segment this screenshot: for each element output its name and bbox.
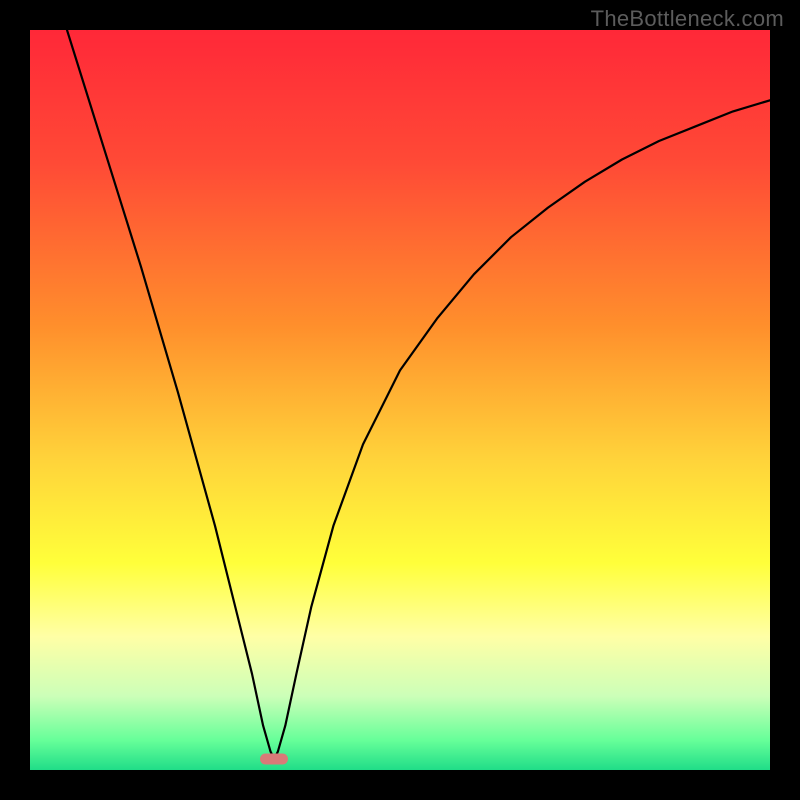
bottleneck-minimum-marker [260,753,288,764]
plot-area [30,30,770,770]
chart-frame: TheBottleneck.com [0,0,800,800]
watermark-text: TheBottleneck.com [591,6,784,32]
bottleneck-curve [30,30,770,770]
